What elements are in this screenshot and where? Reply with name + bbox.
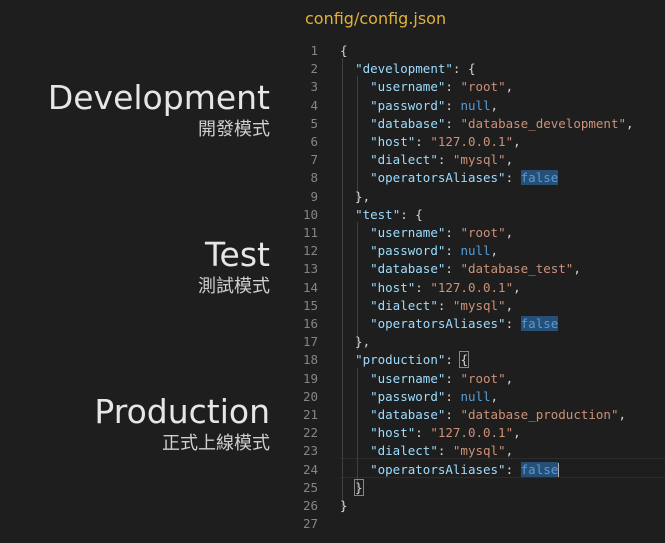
code-line: 3 "username": "root", <box>310 79 514 95</box>
code-line: 21 "database": "database_production", <box>302 407 627 422</box>
code-line: 18 "production": { <box>302 351 469 369</box>
code-line: 1{ <box>310 43 348 58</box>
code-line: 11 "username": "root", <box>302 225 514 240</box>
code-line: 16 "operatorsAliases": false <box>302 316 559 331</box>
code-line: 12 "password": null, <box>302 243 499 259</box>
code-line: 14 "host": "127.0.0.1", <box>302 279 521 295</box>
production-title: Production <box>94 392 270 431</box>
code-line: 6 "host": "127.0.0.1", <box>310 134 521 149</box>
code-line: 7 "dialect": "mysql", <box>310 152 514 168</box>
test-title: Test <box>205 235 270 274</box>
environment-labels: Development 開發模式 Test 測試模式 Production 正式… <box>0 0 270 543</box>
code-line: 8 "operatorsAliases": false <box>310 170 559 186</box>
code-line: 19 "username": "root", <box>302 370 514 386</box>
code-line: 2 "development": { <box>310 61 476 77</box>
code-line: 27 <box>302 516 318 532</box>
code-line: 20 "password": null, <box>302 388 499 404</box>
code-line: 22 "host": "127.0.0.1", <box>302 425 521 441</box>
code-line: 13 "database": "database_test", <box>302 261 581 277</box>
test-subtitle: 測試模式 <box>198 276 270 297</box>
text-caret <box>558 463 560 478</box>
development-label: Development 開發模式 <box>48 78 270 142</box>
code-line: 9 }, <box>310 188 371 204</box>
development-subtitle: 開發模式 <box>198 119 270 140</box>
test-label: Test 測試模式 <box>198 235 270 299</box>
code-line: 5 "database": "database_development", <box>310 115 634 131</box>
code-line: 17 }, <box>302 334 371 350</box>
code-line: 23 "dialect": "mysql", <box>302 443 514 459</box>
code-line: 4 "password": null, <box>310 97 499 113</box>
production-label: Production 正式上線模式 <box>94 392 270 456</box>
code-editor[interactable]: 1{ 2 "development": { 3 "username": "roo… <box>290 40 665 540</box>
code-line: 26} <box>302 498 348 513</box>
code-line: 15 "dialect": "mysql", <box>302 297 514 313</box>
code-line: 24 "operatorsAliases": false <box>302 461 560 478</box>
file-title: config/config.json <box>305 9 447 28</box>
development-title: Development <box>47 78 270 117</box>
production-subtitle: 正式上線模式 <box>162 433 270 454</box>
code-line: 25 } <box>302 478 364 496</box>
code-line: 10 "test": { <box>302 206 423 222</box>
